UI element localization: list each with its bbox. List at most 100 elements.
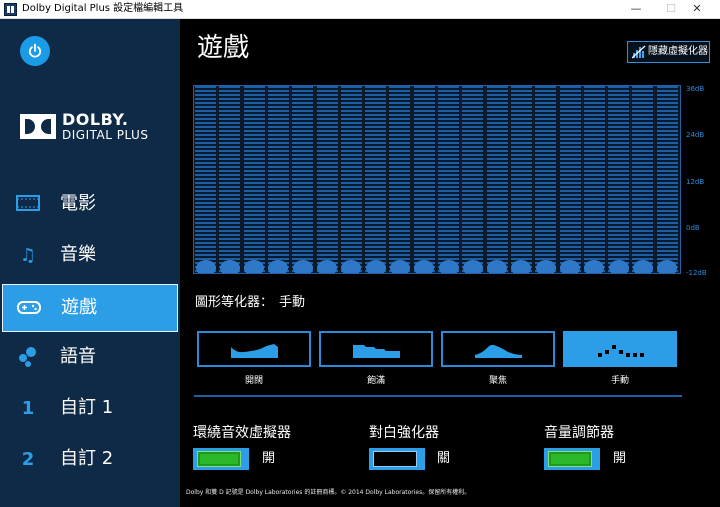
dialogue-enhancer-state: 關 bbox=[437, 451, 451, 466]
sidebar-item-label: 語音 bbox=[60, 346, 96, 367]
main-panel: 遊戲 隱藏虛擬化器 36dB 24dB 12dB 0dB -12dB 圖形等化器… bbox=[180, 19, 720, 507]
eq-band-handle[interactable] bbox=[317, 260, 337, 273]
sidebar-item-music[interactable]: ♫ 音樂 bbox=[2, 232, 178, 280]
eq-band-handle[interactable] bbox=[632, 260, 653, 273]
volume-leveler-toggle[interactable] bbox=[544, 448, 600, 470]
surround-virtualizer-state: 開 bbox=[262, 451, 276, 466]
eq-band-handle[interactable] bbox=[438, 260, 459, 273]
eq-band bbox=[486, 86, 508, 273]
sidebar-item-label: 音樂 bbox=[60, 244, 96, 265]
eq-band-handle[interactable] bbox=[584, 260, 605, 273]
eq-band bbox=[267, 86, 289, 273]
sidebar-item-custom-2[interactable]: 2 自訂 2 bbox=[2, 436, 178, 484]
film-icon bbox=[16, 193, 40, 217]
sidebar-item-label: 自訂 1 bbox=[60, 397, 114, 418]
eq-band-handle[interactable] bbox=[462, 260, 483, 273]
section-divider bbox=[194, 395, 682, 397]
page-title: 遊戲 bbox=[197, 33, 250, 63]
copyright-footer: Dolby 和雙 D 記號是 Dolby Laboratories 的註冊商標。… bbox=[186, 489, 471, 496]
logo-brand: DOLBY. bbox=[62, 110, 129, 129]
eq-band-handle[interactable] bbox=[414, 260, 435, 273]
preset-label: 聚焦 bbox=[488, 376, 507, 386]
eq-band-handle[interactable] bbox=[487, 260, 508, 273]
db-label: 36dB bbox=[686, 85, 705, 93]
eq-band-handle[interactable] bbox=[365, 260, 386, 273]
number-1-icon: 1 bbox=[21, 398, 35, 419]
logo-subtitle: DIGITAL PLUS bbox=[62, 128, 149, 142]
eq-band-handle[interactable] bbox=[341, 260, 362, 273]
eq-band bbox=[413, 86, 435, 273]
eq-band-handle[interactable] bbox=[244, 260, 265, 273]
eq-band-handle[interactable] bbox=[292, 260, 313, 273]
eq-band bbox=[195, 86, 216, 273]
eq-band-handle[interactable] bbox=[657, 260, 678, 273]
eq-band bbox=[510, 86, 532, 273]
eq-band-handle[interactable] bbox=[511, 260, 532, 273]
volume-leveler-state: 開 bbox=[613, 451, 627, 466]
eq-band bbox=[559, 86, 581, 273]
eq-band bbox=[583, 86, 605, 273]
music-note-icon: ♫ bbox=[19, 245, 37, 266]
dolby-app-icon bbox=[4, 3, 17, 16]
preset-manual-button[interactable] bbox=[563, 331, 677, 367]
hide-visualizer-button[interactable]: 隱藏虛擬化器 bbox=[627, 41, 710, 63]
graphic-eq-label: 圖形等化器： 手動 bbox=[195, 294, 305, 312]
preset-open-button[interactable] bbox=[197, 331, 311, 367]
number-2-icon: 2 bbox=[21, 449, 35, 470]
graphic-eq-title: 圖形等化器： bbox=[195, 295, 274, 310]
eq-band bbox=[340, 86, 362, 273]
preset-label: 飽滿 bbox=[366, 376, 385, 386]
sidebar-item-custom-1[interactable]: 1 自訂 1 bbox=[2, 385, 178, 433]
surround-virtualizer-title: 環繞音效虛擬器 bbox=[193, 425, 291, 441]
visualizer-icon bbox=[632, 45, 646, 59]
dolby-logo: DOLBY. DIGITAL PLUS bbox=[20, 112, 160, 142]
eq-band-handle[interactable] bbox=[608, 260, 629, 273]
focused-curve-icon bbox=[475, 344, 522, 358]
graphic-eq-value: 手動 bbox=[279, 295, 306, 310]
preset-focused-button[interactable] bbox=[441, 331, 555, 367]
manual-dots-icon bbox=[598, 345, 644, 357]
volume-leveler-title: 音量調節器 bbox=[544, 425, 614, 441]
dialogue-enhancer-title: 對白強化器 bbox=[369, 425, 439, 441]
eq-band bbox=[389, 86, 411, 273]
equalizer-visualizer[interactable] bbox=[193, 85, 681, 274]
eq-band-handle[interactable] bbox=[268, 260, 289, 273]
sidebar-item-label: 遊戲 bbox=[61, 297, 97, 318]
sidebar-item-label: 電影 bbox=[60, 193, 96, 214]
preset-label: 手動 bbox=[610, 376, 629, 386]
preset-label: 開闊 bbox=[244, 376, 263, 386]
power-button[interactable] bbox=[20, 36, 50, 66]
eq-band bbox=[462, 86, 484, 273]
sidebar-item-movie[interactable]: 電影 bbox=[2, 181, 178, 229]
sidebar-item-voice[interactable]: 語音 bbox=[2, 334, 178, 382]
title-bar: Dolby Digital Plus 設定檔編輯工具 — ☐ ✕ bbox=[0, 0, 720, 19]
close-button[interactable]: ✕ bbox=[674, 0, 720, 19]
eq-band bbox=[438, 86, 459, 273]
surround-virtualizer-toggle[interactable] bbox=[193, 448, 249, 470]
eq-band-handle[interactable] bbox=[195, 260, 216, 273]
dialogue-enhancer-toggle[interactable] bbox=[369, 448, 425, 470]
eq-band bbox=[656, 86, 678, 273]
db-label: 0dB bbox=[686, 224, 700, 232]
eq-band bbox=[243, 86, 265, 273]
gamepad-icon bbox=[17, 297, 41, 321]
eq-band bbox=[632, 86, 654, 273]
preset-rich-button[interactable] bbox=[319, 331, 433, 367]
sidebar-item-label: 自訂 2 bbox=[60, 448, 114, 469]
eq-band bbox=[365, 86, 387, 273]
eq-band-handle[interactable] bbox=[560, 260, 580, 273]
eq-band-handle[interactable] bbox=[219, 260, 240, 273]
db-label: 24dB bbox=[686, 131, 705, 139]
voice-bubbles-icon bbox=[16, 346, 40, 370]
dolby-double-d-icon bbox=[20, 114, 56, 139]
hide-visualizer-label: 隱藏虛擬化器 bbox=[648, 46, 708, 57]
eq-band-handle[interactable] bbox=[535, 260, 556, 273]
sidebar-item-game[interactable]: 遊戲 bbox=[2, 284, 178, 332]
eq-band bbox=[292, 86, 314, 273]
eq-band bbox=[608, 86, 630, 273]
eq-band-handle[interactable] bbox=[389, 260, 410, 273]
open-curve-icon bbox=[231, 344, 278, 358]
eq-band bbox=[219, 86, 241, 273]
rich-curve-icon bbox=[353, 345, 400, 358]
eq-band bbox=[316, 86, 338, 273]
